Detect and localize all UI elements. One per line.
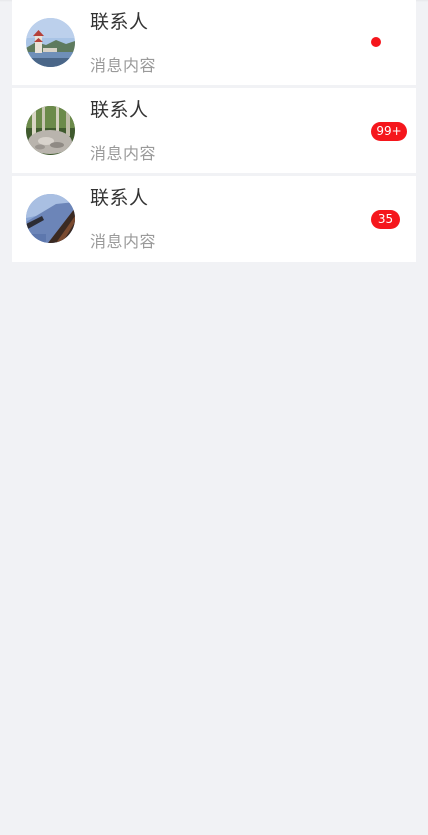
message-preview: 消息内容: [90, 232, 157, 251]
message-preview: 消息内容: [90, 144, 157, 163]
contact-avatar[interactable]: [26, 18, 75, 67]
contact-avatar[interactable]: [26, 106, 75, 155]
contact-name: 联系人: [90, 99, 149, 121]
contact-avatar[interactable]: [26, 194, 75, 243]
unread-count-badge: 99+: [371, 122, 407, 141]
conversation-row[interactable]: 联系人 消息内容 99+: [12, 88, 416, 173]
boardwalk-photo-icon: [26, 194, 75, 243]
contact-name: 联系人: [90, 11, 149, 33]
conversation-row[interactable]: 联系人 消息内容: [12, 0, 416, 85]
conversation-row[interactable]: 联系人 消息内容 35: [12, 176, 416, 262]
forest-path-photo-icon: [26, 106, 75, 155]
conversation-list: 联系人 消息内容 联系人 消息内容 99+ 联系人 消息内容 35: [12, 0, 416, 262]
unread-dot: [371, 37, 381, 47]
unread-count-badge: 35: [371, 210, 400, 229]
pagoda-photo-icon: [26, 18, 75, 67]
message-preview: 消息内容: [90, 56, 157, 75]
contact-name: 联系人: [90, 187, 149, 209]
